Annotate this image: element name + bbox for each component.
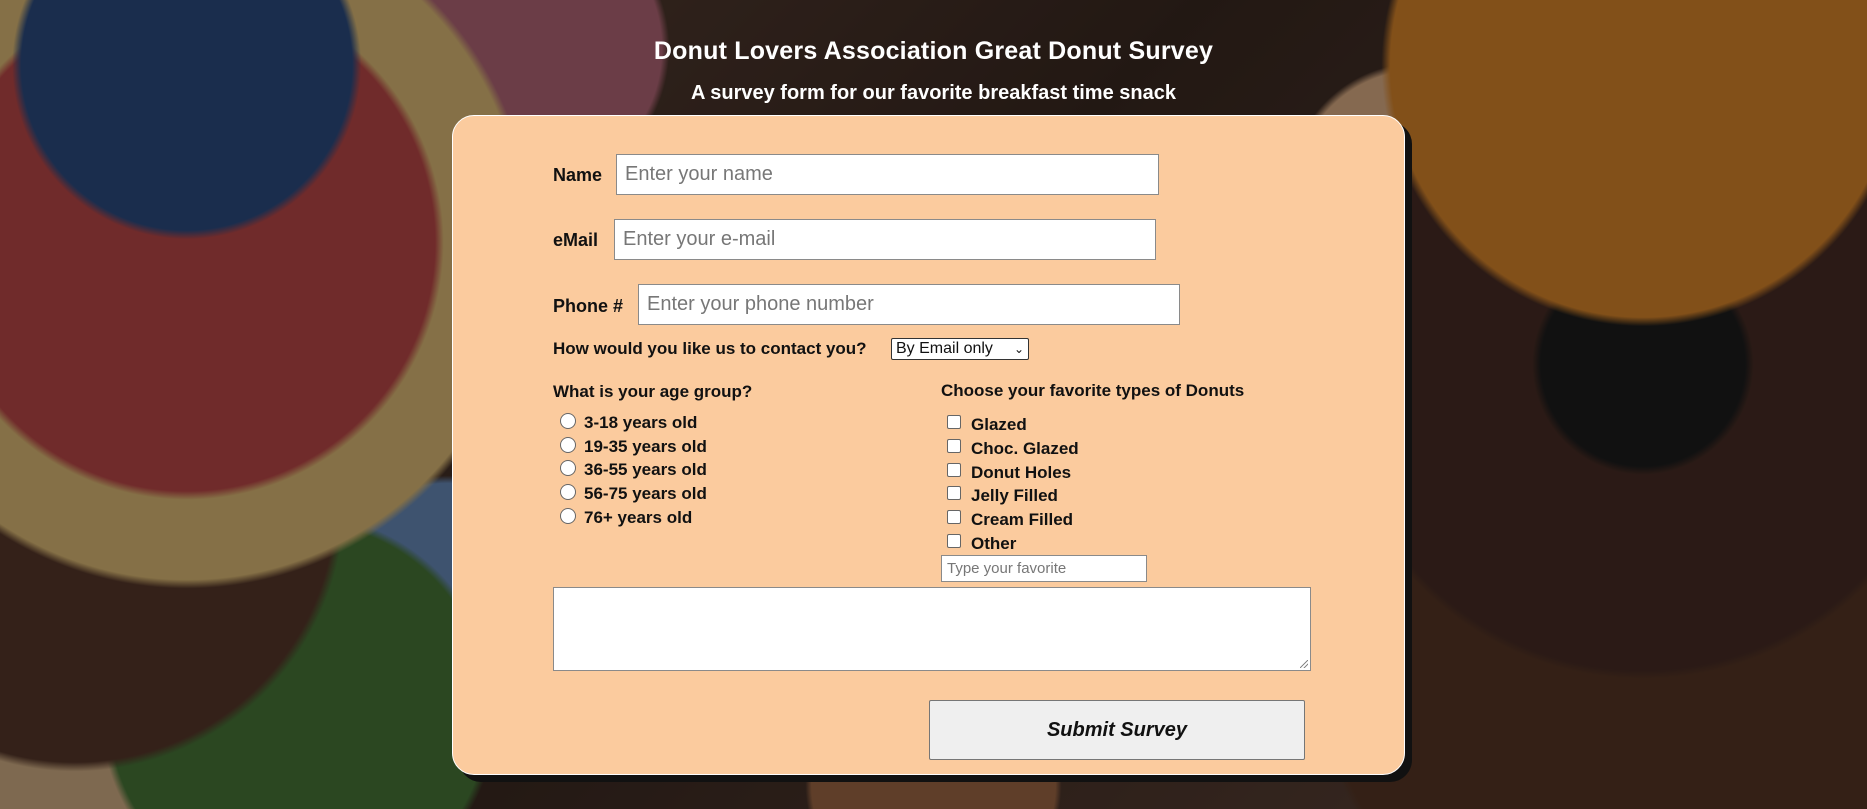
resize-grip-icon[interactable] [1300,660,1308,668]
age-group-title: What is your age group? [553,382,753,401]
age-radio-36-55[interactable] [560,460,576,476]
submit-survey-button[interactable]: Submit Survey [929,700,1305,760]
donut-option-label: Other [971,534,1017,553]
page-subtitle: A survey form for our favorite breakfast… [691,82,1176,104]
age-option-label: 56-75 years old [584,484,707,503]
email-input[interactable] [614,219,1156,260]
age-radio-76-plus[interactable] [560,508,576,524]
page-title: Donut Lovers Association Great Donut Sur… [653,37,1214,65]
phone-label: Phone # [553,296,624,316]
contact-method-value: By Email only [896,340,993,357]
name-input[interactable] [616,154,1159,195]
other-favorite-input[interactable] [941,555,1147,582]
contact-method-label: How would you like us to contact you? [553,339,867,358]
donut-checkbox-other[interactable] [947,534,961,548]
age-option-label: 3-18 years old [584,413,698,432]
donut-types-title: Choose your favorite types of Donuts [941,381,1245,400]
survey-form: Name eMail Phone # How would you like us… [452,115,1405,775]
donut-option-label: Donut Holes [971,463,1072,482]
age-radio-3-18[interactable] [560,413,576,429]
age-option-label: 76+ years old [584,508,693,527]
age-option-label: 19-35 years old [584,437,707,456]
chevron-down-icon: ⌄ [1013,342,1024,356]
age-radio-19-35[interactable] [560,437,576,453]
name-label: Name [553,165,603,185]
donut-option-label: Cream Filled [971,510,1074,529]
donut-checkbox-jelly-filled[interactable] [947,486,961,500]
age-radio-56-75[interactable] [560,484,576,500]
email-label: eMail [553,230,599,250]
donut-checkbox-glazed[interactable] [947,415,961,429]
donut-option-label: Choc. Glazed [971,439,1079,458]
donut-option-label: Jelly Filled [971,486,1058,505]
phone-input[interactable] [638,284,1180,325]
comments-textarea[interactable] [553,587,1311,671]
donut-checkbox-choc-glazed[interactable] [947,439,961,453]
contact-method-select[interactable]: By Email only ⌄ [891,338,1029,360]
donut-checkbox-donut-holes[interactable] [947,463,961,477]
donut-checkbox-cream-filled[interactable] [947,510,961,524]
age-option-label: 36-55 years old [584,460,707,479]
donut-option-label: Glazed [971,415,1027,434]
